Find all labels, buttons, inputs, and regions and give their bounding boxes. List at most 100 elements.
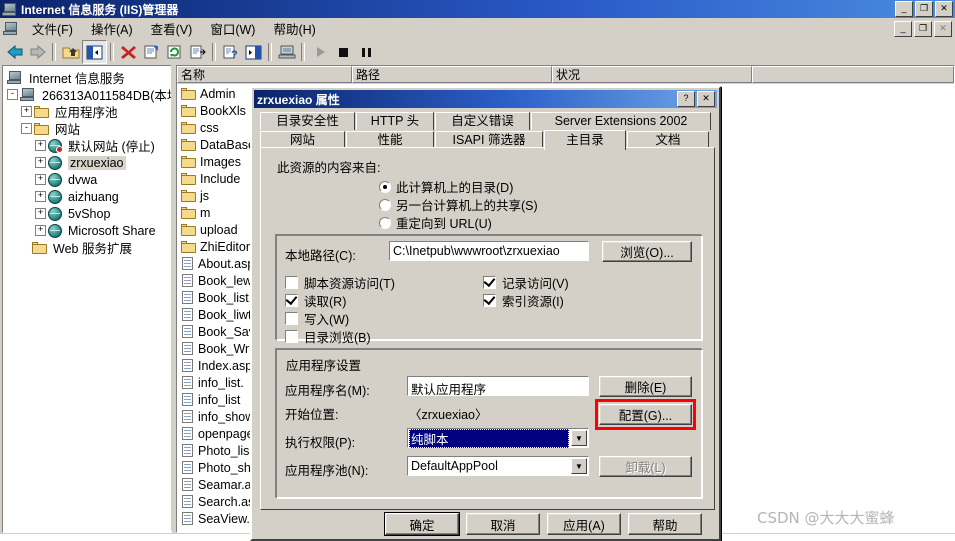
tree-expander[interactable]: + (35, 208, 46, 219)
dialog-close-button[interactable]: ✕ (697, 91, 715, 107)
dialog-title: zrxuexiao 属性 (257, 92, 340, 107)
checkbox-log-visits[interactable]: 记录访问(V) (483, 273, 569, 292)
menu-file[interactable]: 文件(F) (23, 17, 82, 40)
export-list-icon[interactable] (186, 41, 209, 63)
tree-expander[interactable]: + (35, 191, 46, 202)
tree-node-app-pools[interactable]: + 应用程序池 (3, 103, 171, 120)
help-icon[interactable]: ? (219, 41, 242, 63)
pane-splitter[interactable] (171, 65, 175, 531)
app-pool-dropdown[interactable]: DefaultAppPool ▼ (407, 456, 589, 476)
mdi-close-button[interactable]: ✕ (934, 21, 952, 37)
tree-node-web-service-extensions[interactable]: Web 服务扩展 (3, 239, 171, 256)
folder-icon (181, 240, 196, 253)
checkbox-script-source-access[interactable]: 脚本资源访问(T) (285, 273, 395, 292)
mdi-minimize-button[interactable]: _ (894, 21, 912, 37)
menu-help[interactable]: 帮助(H) (264, 17, 324, 40)
tab-directory-security[interactable]: 目录安全性 (260, 112, 355, 130)
tree-expander[interactable]: + (35, 140, 46, 151)
checkbox-write-box[interactable] (285, 312, 298, 325)
tree-expander[interactable]: + (35, 225, 46, 236)
menu-view[interactable]: 查看(V) (142, 17, 202, 40)
checkbox-index-resource[interactable]: 索引资源(I) (483, 291, 564, 310)
column-header-status[interactable]: 状况 (552, 66, 752, 83)
checkbox-directory-browsing-box[interactable] (285, 330, 298, 343)
column-header-name[interactable]: 名称 (177, 66, 352, 83)
checkbox-index-resource-box[interactable] (483, 294, 496, 307)
tree-node-websites[interactable]: - 网站 (3, 120, 171, 137)
radio-local-directory-indicator[interactable] (379, 180, 391, 193)
radio-network-share-indicator[interactable] (379, 198, 391, 211)
checkbox-write[interactable]: 写入(W) (285, 309, 349, 328)
back-icon[interactable] (3, 41, 26, 63)
menu-action[interactable]: 操作(A) (82, 17, 142, 40)
mdi-window-controls: _ ❐ ✕ (894, 21, 952, 37)
properties-icon[interactable] (140, 41, 163, 63)
local-path-input[interactable]: C:\Inetpub\wwwroot\zrxuexiao (389, 241, 589, 261)
tree-node-zrxuexiao[interactable]: + zrxuexiao (3, 154, 171, 171)
tree-expander[interactable]: + (35, 157, 46, 168)
checkbox-read-box[interactable] (285, 294, 298, 307)
chevron-down-icon[interactable]: ▼ (571, 430, 587, 446)
up-folder-icon[interactable] (59, 41, 82, 63)
checkbox-script-source-access-box[interactable] (285, 276, 298, 289)
tree-node-dvwa[interactable]: + dvwa (3, 171, 171, 188)
delete-icon[interactable] (117, 41, 140, 63)
radio-redirect-url-label: 重定向到 URL(U) (396, 217, 492, 231)
tab-home-directory[interactable]: 主目录 (544, 130, 626, 150)
tree-node-aizhuang[interactable]: + aizhuang (3, 188, 171, 205)
tree-expander[interactable]: + (21, 106, 32, 117)
radio-network-share[interactable]: 另一台计算机上的共享(S) (379, 195, 538, 214)
cancel-button[interactable]: 取消 (466, 513, 540, 535)
dialog-help-button[interactable]: ? (677, 91, 695, 107)
tab-server-extensions[interactable]: Server Extensions 2002 (531, 112, 711, 130)
mdi-maximize-button[interactable]: ❐ (914, 21, 932, 37)
checkbox-log-visits-box[interactable] (483, 276, 496, 289)
maximize-button[interactable]: ❐ (915, 1, 933, 17)
forward-icon[interactable] (26, 41, 49, 63)
exec-permission-dropdown[interactable]: 纯脚本 ▼ (407, 428, 589, 448)
browse-button[interactable]: 浏览(O)... (602, 241, 692, 262)
radio-redirect-url-indicator[interactable] (379, 216, 391, 229)
tree-expander[interactable]: + (35, 174, 46, 185)
column-header-path[interactable]: 路径 (352, 66, 552, 83)
list-item-label: m (200, 205, 211, 220)
ok-button[interactable]: 确定 (385, 513, 459, 535)
tree-node-default-website[interactable]: + 默认网站 (停止) (3, 137, 171, 154)
minimize-button[interactable]: _ (895, 1, 913, 17)
stop-icon[interactable] (331, 41, 354, 63)
remove-button[interactable]: 删除(E) (599, 376, 692, 397)
configure-button[interactable]: 配置(G)... (599, 404, 692, 425)
apply-button[interactable]: 应用(A) (547, 513, 621, 535)
checkbox-read[interactable]: 读取(R) (285, 291, 346, 310)
file-icon (181, 494, 194, 509)
show-hide-tree-icon[interactable] (82, 40, 107, 64)
tree-node-microsoft-share[interactable]: + Microsoft Share (3, 222, 171, 239)
properties-dialog: zrxuexiao 属性 ? ✕ 目录安全性 HTTP 头 自定义错误 Serv… (250, 86, 721, 541)
tab-http-headers[interactable]: HTTP 头 (356, 112, 434, 130)
tree-node-iis-root[interactable]: Internet 信息服务 (3, 69, 171, 86)
radio-redirect-url[interactable]: 重定向到 URL(U) (379, 213, 492, 232)
tree-node-5vshop[interactable]: + 5vShop (3, 205, 171, 222)
chevron-down-icon[interactable]: ▼ (571, 458, 587, 474)
app-name-input[interactable]: 默认应用程序 (407, 376, 589, 396)
close-button[interactable]: ✕ (935, 1, 953, 17)
website-icon (48, 155, 62, 170)
help-button[interactable]: 帮助 (628, 513, 702, 535)
connect-computer-icon[interactable] (275, 41, 298, 63)
column-header-blank[interactable] (752, 66, 954, 83)
tab-custom-errors[interactable]: 自定义错误 (435, 112, 530, 130)
detail-pane-icon[interactable] (242, 41, 265, 63)
tree-node-server[interactable]: - 266313A011584DB(本地计 (3, 86, 171, 103)
refresh-icon[interactable] (163, 41, 186, 63)
start-icon[interactable] (308, 41, 331, 63)
tree-expander[interactable]: - (21, 123, 32, 134)
console-tree[interactable]: Internet 信息服务 - 266313A011584DB(本地计 + 应用… (2, 65, 172, 533)
unload-button[interactable]: 卸载(L) (599, 456, 692, 477)
radio-local-directory[interactable]: 此计算机上的目录(D) (379, 177, 513, 196)
menu-window[interactable]: 窗口(W) (201, 17, 264, 40)
checkbox-directory-browsing[interactable]: 目录浏览(B) (285, 327, 371, 346)
pause-icon[interactable] (354, 41, 377, 63)
tree-expander[interactable]: - (7, 89, 18, 100)
toolbar-separator (301, 43, 305, 61)
tree-node-label: aizhuang (68, 189, 119, 204)
